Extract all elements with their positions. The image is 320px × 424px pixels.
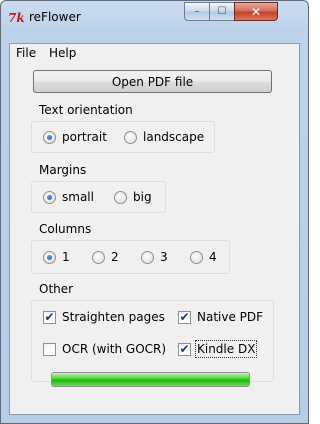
checkbox-label: Native PDF — [197, 310, 264, 324]
close-button[interactable]: ✕ — [234, 2, 278, 21]
radio-label: big — [133, 190, 152, 204]
radio-indicator — [114, 190, 127, 204]
app-window: 7k reFlower – ☐ ✕ File Help Open PDF fil… — [0, 0, 309, 424]
columns-label: Columns — [39, 222, 92, 236]
radio-landscape[interactable]: landscape — [124, 130, 204, 144]
checkbox-indicator: ✔ — [178, 341, 191, 356]
radio-label: landscape — [143, 130, 205, 144]
text-orientation-label: Text orientation — [39, 103, 133, 117]
other-label: Other — [39, 282, 74, 296]
radio-indicator — [124, 130, 137, 144]
client-area: File Help Open PDF file Text orientation… — [9, 43, 300, 415]
maximize-button[interactable]: ☐ — [209, 2, 235, 21]
checkbox-indicator: ✔ — [178, 309, 191, 324]
checkbox-indicator — [43, 342, 56, 356]
other-box: ✔ Straighten pages ✔ Native PDF OCR (wit… — [31, 300, 274, 382]
checkbox-label: Kindle DX — [194, 340, 258, 358]
margins-box: small big — [31, 181, 166, 213]
progress-bar — [51, 372, 250, 387]
minimize-button[interactable]: – — [184, 2, 210, 21]
checkbox-kindle-dx[interactable]: ✔ Kindle DX — [178, 340, 258, 358]
checkbox-native-pdf[interactable]: ✔ Native PDF — [178, 310, 263, 324]
window-title: reFlower — [29, 10, 81, 24]
radio-indicator — [141, 250, 154, 264]
open-pdf-button[interactable]: Open PDF file — [33, 70, 272, 93]
radio-indicator — [92, 250, 105, 264]
minimize-icon: – — [194, 6, 200, 17]
checkbox-label: OCR (with GOCR) — [62, 342, 167, 356]
radio-indicator — [43, 250, 56, 264]
radio-small[interactable]: small — [43, 190, 94, 204]
radio-label: small — [62, 190, 94, 204]
app-icon: 7k — [8, 11, 25, 25]
radio-columns-4[interactable]: 4 — [190, 250, 217, 264]
progress-fill — [52, 373, 249, 386]
radio-big[interactable]: big — [114, 190, 152, 204]
checkbox-label: Straighten pages — [62, 310, 165, 324]
checkbox-ocr[interactable]: OCR (with GOCR) — [43, 342, 166, 356]
maximize-icon: ☐ — [217, 6, 227, 17]
radio-label: 3 — [160, 250, 168, 264]
margins-label: Margins — [39, 163, 87, 177]
menu-bar: File Help — [10, 44, 299, 63]
title-bar[interactable]: 7k reFlower – ☐ ✕ — [1, 1, 308, 33]
radio-indicator — [190, 250, 203, 264]
radio-columns-1[interactable]: 1 — [43, 250, 70, 264]
radio-label: 2 — [111, 250, 119, 264]
menu-help[interactable]: Help — [49, 46, 76, 60]
text-orientation-box: portrait landscape — [31, 121, 215, 153]
checkbox-indicator: ✔ — [43, 309, 56, 324]
menu-file[interactable]: File — [16, 46, 36, 60]
radio-columns-2[interactable]: 2 — [92, 250, 119, 264]
radio-label: portrait — [62, 130, 107, 144]
radio-label: 4 — [209, 250, 217, 264]
radio-columns-3[interactable]: 3 — [141, 250, 168, 264]
checkbox-straighten-pages[interactable]: ✔ Straighten pages — [43, 310, 165, 324]
close-icon: ✕ — [250, 4, 262, 19]
radio-indicator — [43, 130, 56, 144]
columns-box: 1 2 3 4 — [31, 240, 230, 274]
radio-portrait[interactable]: portrait — [43, 130, 107, 144]
radio-label: 1 — [62, 250, 70, 264]
radio-indicator — [43, 190, 56, 204]
